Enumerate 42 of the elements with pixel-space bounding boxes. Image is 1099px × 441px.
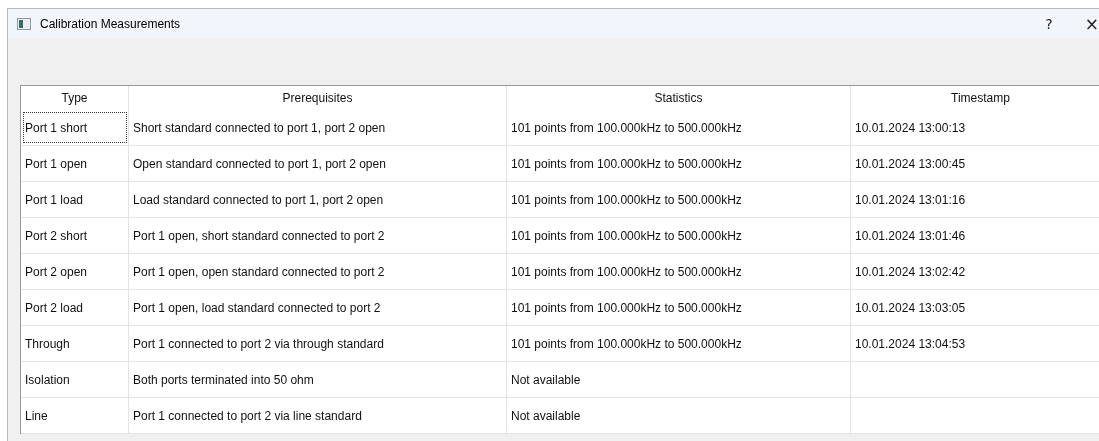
table-cell: 10.01.2024 13:01:16 xyxy=(851,182,1099,217)
table-cell: 10.01.2024 13:00:45 xyxy=(851,146,1099,181)
table-cell: 101 points from 100.000kHz to 500.000kHz xyxy=(507,326,851,361)
table-cell: Port 1 open, open standard connected to port 2 xyxy=(129,254,507,289)
table-cell: Port 1 open, load standard connected to port 2 xyxy=(129,290,507,325)
table-cell: Port 1 short xyxy=(21,110,129,145)
table-cell: Line xyxy=(21,398,129,433)
table-cell: Port 1 load xyxy=(21,182,129,217)
table-cell: Port 1 connected to port 2 via through standard xyxy=(129,326,507,361)
column-header[interactable]: Timestamp xyxy=(851,86,1099,110)
column-header[interactable]: Statistics xyxy=(507,86,851,110)
table-cell: Port 1 connected to port 2 via line standard xyxy=(129,398,507,433)
table-cell: 10.01.2024 13:01:46 xyxy=(851,218,1099,253)
table-cell: 101 points from 100.000kHz to 500.000kHz xyxy=(507,254,851,289)
table-cell: 101 points from 100.000kHz to 500.000kHz xyxy=(507,290,851,325)
table-cell: Port 1 open, short standard connected to port 2 xyxy=(129,218,507,253)
column-header[interactable]: Type xyxy=(21,86,129,110)
table-cell: Open standard connected to port 1, port 2 open xyxy=(129,146,507,181)
table-cell: Port 1 open xyxy=(21,146,129,181)
table-cell: Load standard connected to port 1, port 2 open xyxy=(129,182,507,217)
window-icon xyxy=(17,17,31,30)
table-cell: Port 2 open xyxy=(21,254,129,289)
table-cell: 10.01.2024 13:00:13 xyxy=(851,110,1099,145)
close-button[interactable]: × xyxy=(1081,9,1099,38)
table-cell: Not available xyxy=(507,398,851,433)
table-cell: Both ports terminated into 50 ohm xyxy=(129,362,507,397)
table-cell: 10.01.2024 13:04:53 xyxy=(851,326,1099,361)
table-cell: 10.01.2024 13:02:42 xyxy=(851,254,1099,289)
table-cell: 101 points from 100.000kHz to 500.000kHz xyxy=(507,146,851,181)
table-cell: Isolation xyxy=(21,362,129,397)
table-cell: Short standard connected to port 1, port 2 open xyxy=(129,110,507,145)
column-header[interactable]: Prerequisites xyxy=(129,86,507,110)
help-button[interactable]: ? xyxy=(1026,9,1072,38)
table-cell: Through xyxy=(21,326,129,361)
table-cell: Port 2 load xyxy=(21,290,129,325)
table-cell: Port 2 short xyxy=(21,218,129,253)
table-cell: 101 points from 100.000kHz to 500.000kHz xyxy=(507,182,851,217)
table-cell: 101 points from 100.000kHz to 500.000kHz xyxy=(507,110,851,145)
table-cell: 10.01.2024 13:03:05 xyxy=(851,290,1099,325)
table-cell: Not available xyxy=(507,362,851,397)
table-cell: 101 points from 100.000kHz to 500.000kHz xyxy=(507,218,851,253)
window-title: Calibration Measurements xyxy=(40,16,181,31)
